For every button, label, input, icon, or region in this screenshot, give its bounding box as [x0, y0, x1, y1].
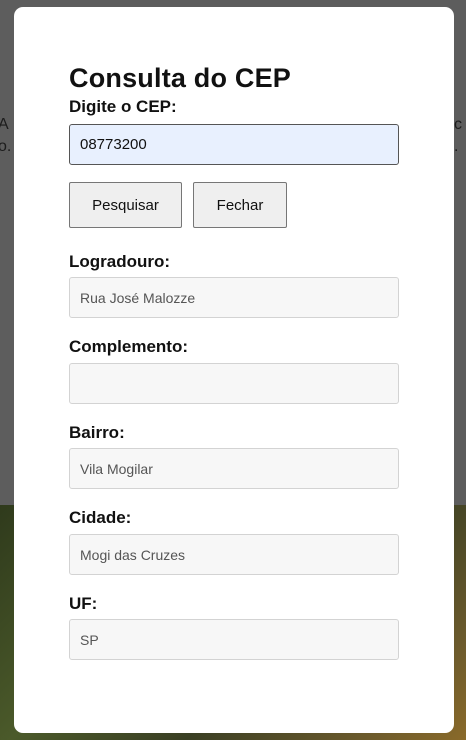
cep-input[interactable] [69, 124, 399, 165]
cep-label: Digite o CEP: [69, 97, 177, 116]
background-text-right: c . [454, 116, 462, 155]
cep-lookup-modal: Consulta do CEP Digite o CEP: Pesquisar … [14, 7, 454, 733]
bairro-label: Bairro: [69, 423, 125, 442]
bairro-field[interactable] [69, 448, 399, 489]
logradouro-field[interactable] [69, 277, 399, 318]
background-text-left: A o. [0, 116, 12, 155]
complemento-label: Complemento: [69, 337, 188, 356]
cidade-field[interactable] [69, 534, 399, 575]
search-button[interactable]: Pesquisar [69, 182, 182, 228]
logradouro-label: Logradouro: [69, 252, 171, 271]
complemento-field[interactable] [69, 363, 399, 404]
close-button[interactable]: Fechar [193, 182, 287, 228]
cidade-label: Cidade: [69, 508, 132, 527]
uf-field[interactable] [69, 619, 399, 660]
modal-title: Consulta do CEP [69, 63, 292, 93]
uf-label: UF: [69, 594, 98, 613]
